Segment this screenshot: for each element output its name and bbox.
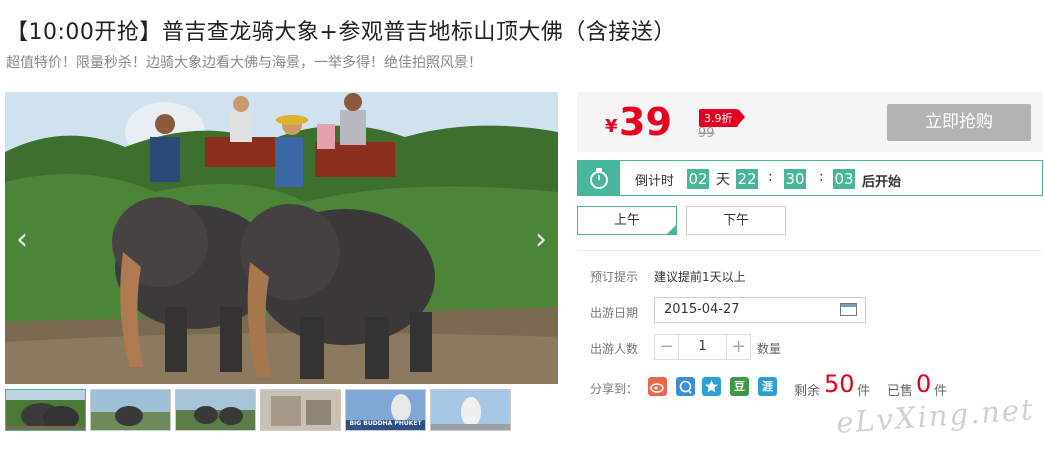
main-product-image: ‹ › (5, 92, 558, 384)
product-title: 【10:00开抢】普吉查龙骑大象+参观普吉地标山顶大佛（含接送） (6, 20, 676, 45)
time-option-morning[interactable]: 上午 (577, 206, 677, 235)
site-watermark: eLvXing.net (835, 392, 1036, 440)
booking-tip-value: 建议提前1天以上 (654, 270, 746, 284)
qzone-icon[interactable] (676, 377, 695, 396)
countdown-day-unit: 天 (716, 172, 730, 188)
travelers-label: 出游人数 (590, 342, 639, 356)
thumbnail-1[interactable] (5, 389, 86, 431)
remaining-unit: 件 (857, 384, 871, 399)
remaining-count: 50 (824, 370, 855, 398)
countdown-hours: 22 (736, 169, 758, 189)
buy-now-button[interactable]: 立即抢购 (887, 104, 1031, 141)
travel-date-value: 2015-04-27 (664, 302, 740, 317)
thumbnail-6[interactable] (430, 389, 511, 431)
quantity-unit: 数量 (757, 342, 782, 356)
travel-date-field[interactable]: 2015-04-27 (654, 297, 866, 323)
time-option-afternoon[interactable]: 下午 (686, 206, 786, 235)
price-panel: ¥ 39 3.9折 99 立即抢购 (577, 92, 1043, 152)
booking-tip-label: 预订提示 (590, 270, 639, 284)
renren-icon[interactable]: 涯 (758, 377, 777, 396)
stopwatch-icon (578, 161, 620, 195)
currency-symbol: ¥ (605, 116, 618, 137)
increase-quantity-button[interactable]: + (726, 334, 751, 360)
countdown-bar: 倒计时 02 天 22 : 30 : 03 后开始 (577, 160, 1043, 196)
douban-icon[interactable]: 豆 (730, 377, 749, 396)
countdown-suffix: 后开始 (862, 175, 902, 190)
quantity-input[interactable]: 1 (679, 334, 726, 360)
discount-badge: 3.9折 (699, 109, 744, 127)
prev-image-arrow-icon[interactable]: ‹ (11, 222, 33, 258)
travel-date-label: 出游日期 (590, 306, 639, 320)
product-subtitle: 超值特价！限量秒杀！边骑大象边看大佛与海景，一举多得！绝佳拍照风景！ (6, 55, 482, 71)
sold-label: 已售 (887, 384, 914, 399)
next-image-arrow-icon[interactable]: › (530, 222, 552, 258)
countdown-minutes: 30 (784, 169, 806, 189)
thumbnail-caption: BIG BUDDHA PHUKET (349, 420, 422, 427)
thumbnail-4[interactable] (260, 389, 341, 431)
thumbnail-strip: BIG BUDDHA PHUKET (5, 389, 511, 431)
countdown-separator: : (768, 169, 773, 185)
quantity-stepper: − 1 + (654, 334, 751, 360)
thumbnail-2[interactable] (90, 389, 171, 431)
decrease-quantity-button[interactable]: − (654, 334, 679, 360)
current-price: 39 (619, 100, 672, 144)
countdown-seconds: 03 (833, 169, 855, 189)
original-price: 99 (698, 126, 715, 141)
thumbnail-5[interactable]: BIG BUDDHA PHUKET (345, 389, 426, 431)
thumbnail-3[interactable] (175, 389, 256, 431)
favorite-icon[interactable] (702, 377, 721, 396)
countdown-days: 02 (687, 169, 709, 189)
calendar-icon[interactable] (840, 303, 857, 316)
countdown-separator: : (819, 169, 824, 185)
divider (577, 250, 1043, 251)
sold-unit: 件 (934, 384, 948, 399)
remaining-label: 剩余 (794, 384, 821, 399)
countdown-label: 倒计时 (635, 174, 675, 189)
sold-count: 0 (916, 370, 932, 398)
share-label: 分享到： (590, 382, 639, 396)
weibo-icon[interactable] (648, 377, 667, 396)
